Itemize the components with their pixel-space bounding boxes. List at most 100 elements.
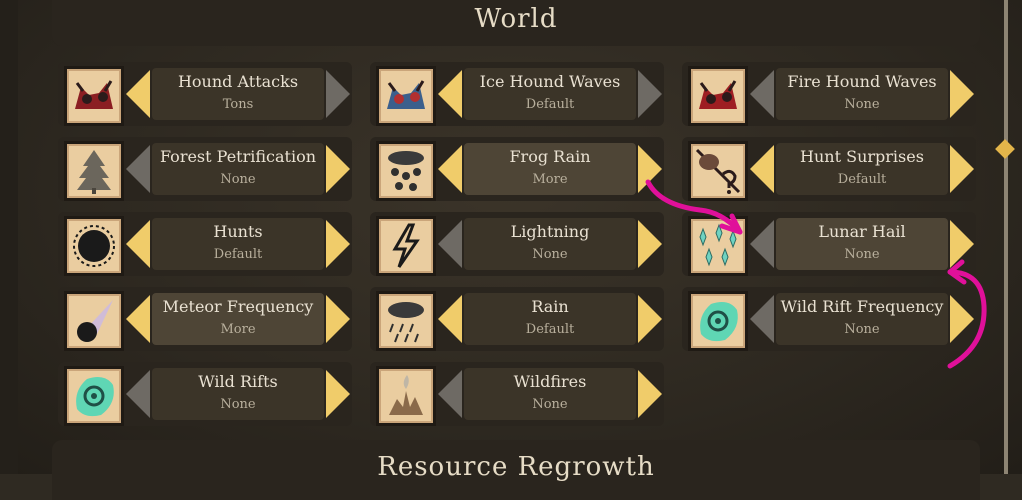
option-label: Hunt Surprises — [800, 147, 924, 166]
section-header: World — [52, 0, 980, 46]
option-wildfires: Wildfires None — [370, 362, 664, 426]
hunt-track-icon — [64, 216, 124, 276]
option-wild-rift-frequency: Wild Rift Frequency None — [682, 287, 976, 351]
option-value: None — [844, 97, 880, 112]
option-value: Tons — [222, 97, 254, 112]
hound-icon — [64, 66, 124, 126]
scrollbar-track[interactable] — [1004, 0, 1008, 474]
increase-arrow[interactable] — [326, 220, 350, 268]
decrease-arrow[interactable] — [750, 145, 774, 193]
increase-arrow[interactable] — [950, 295, 974, 343]
option-panel[interactable]: Lunar Hail None — [776, 218, 948, 270]
option-value: None — [844, 322, 880, 337]
option-label: Wildfires — [513, 372, 587, 391]
option-hunt-surprises: Hunt Surprises Default — [682, 137, 976, 201]
decrease-arrow[interactable] — [438, 370, 462, 418]
lightning-icon — [376, 216, 436, 276]
option-value: None — [532, 247, 568, 262]
decrease-arrow[interactable] — [750, 295, 774, 343]
option-lunar-hail: Lunar Hail None — [682, 212, 976, 276]
decrease-arrow[interactable] — [126, 70, 150, 118]
option-value: Default — [525, 322, 575, 337]
option-label: Wild Rift Frequency — [780, 297, 944, 316]
increase-arrow[interactable] — [326, 295, 350, 343]
option-label: Hunts — [213, 222, 263, 241]
decrease-arrow[interactable] — [438, 145, 462, 193]
decrease-arrow[interactable] — [126, 145, 150, 193]
decrease-arrow[interactable] — [126, 220, 150, 268]
option-panel[interactable]: Rain Default — [464, 293, 636, 345]
decrease-arrow[interactable] — [126, 370, 150, 418]
ice-hound-icon — [376, 66, 436, 126]
option-panel[interactable]: Hunt Surprises Default — [776, 143, 948, 195]
next-section-title: Resource Regrowth — [377, 452, 655, 482]
option-lightning: Lightning None — [370, 212, 664, 276]
wildfire-icon — [376, 366, 436, 426]
option-panel[interactable]: Frog Rain More — [464, 143, 636, 195]
decrease-arrow[interactable] — [438, 295, 462, 343]
option-label: Ice Hound Waves — [479, 72, 621, 91]
frog-rain-icon — [376, 141, 436, 201]
increase-arrow[interactable] — [638, 370, 662, 418]
decrease-arrow[interactable] — [750, 220, 774, 268]
option-value: Default — [525, 97, 575, 112]
option-panel[interactable]: Lightning None — [464, 218, 636, 270]
increase-arrow[interactable] — [326, 70, 350, 118]
fire-hound-icon — [688, 66, 748, 126]
option-label: Frog Rain — [509, 147, 591, 166]
option-meteor-frequency: Meteor Frequency More — [58, 287, 352, 351]
option-fire-hound-waves: Fire Hound Waves None — [682, 62, 976, 126]
option-value: None — [220, 397, 256, 412]
increase-arrow[interactable] — [638, 70, 662, 118]
option-value: More — [220, 322, 256, 337]
decrease-arrow[interactable] — [438, 220, 462, 268]
option-label: Lightning — [510, 222, 590, 241]
increase-arrow[interactable] — [950, 70, 974, 118]
increase-arrow[interactable] — [638, 220, 662, 268]
option-value: Default — [213, 247, 263, 262]
option-value: None — [220, 172, 256, 187]
option-panel[interactable]: Wild Rifts None — [152, 368, 324, 420]
option-forest-petrification: Forest Petrification None — [58, 137, 352, 201]
option-frog-rain: Frog Rain More — [370, 137, 664, 201]
option-panel[interactable]: Forest Petrification None — [152, 143, 324, 195]
hunt-surprise-icon — [688, 141, 748, 201]
option-panel[interactable]: Fire Hound Waves None — [776, 68, 948, 120]
option-panel[interactable]: Ice Hound Waves Default — [464, 68, 636, 120]
option-wild-rifts: Wild Rifts None — [58, 362, 352, 426]
option-rain: Rain Default — [370, 287, 664, 351]
option-label: Hound Attacks — [177, 72, 299, 91]
option-panel[interactable]: Hunts Default — [152, 218, 324, 270]
increase-arrow[interactable] — [326, 370, 350, 418]
next-section-header: Resource Regrowth — [52, 440, 980, 500]
option-label: Fire Hound Waves — [787, 72, 937, 91]
decrease-arrow[interactable] — [126, 295, 150, 343]
increase-arrow[interactable] — [638, 145, 662, 193]
decrease-arrow[interactable] — [750, 70, 774, 118]
option-value: None — [844, 247, 880, 262]
left-edge-panel — [0, 0, 18, 474]
increase-arrow[interactable] — [638, 295, 662, 343]
option-panel[interactable]: Wild Rift Frequency None — [776, 293, 948, 345]
option-panel[interactable]: Wildfires None — [464, 368, 636, 420]
rift-icon — [64, 366, 124, 426]
option-label: Forest Petrification — [159, 147, 317, 166]
rift-icon — [688, 291, 748, 351]
meteor-icon — [64, 291, 124, 351]
increase-arrow[interactable] — [326, 145, 350, 193]
increase-arrow[interactable] — [950, 220, 974, 268]
option-value: More — [532, 172, 568, 187]
option-label: Wild Rifts — [198, 372, 278, 391]
option-ice-hound-waves: Ice Hound Waves Default — [370, 62, 664, 126]
rain-icon — [376, 291, 436, 351]
option-value: None — [532, 397, 568, 412]
option-panel[interactable]: Meteor Frequency More — [152, 293, 324, 345]
increase-arrow[interactable] — [950, 145, 974, 193]
option-label: Lunar Hail — [818, 222, 906, 241]
section-title: World — [474, 4, 558, 34]
option-panel[interactable]: Hound Attacks Tons — [152, 68, 324, 120]
option-hound-attacks: Hound Attacks Tons — [58, 62, 352, 126]
option-label: Rain — [531, 297, 569, 316]
option-value: Default — [837, 172, 887, 187]
decrease-arrow[interactable] — [438, 70, 462, 118]
